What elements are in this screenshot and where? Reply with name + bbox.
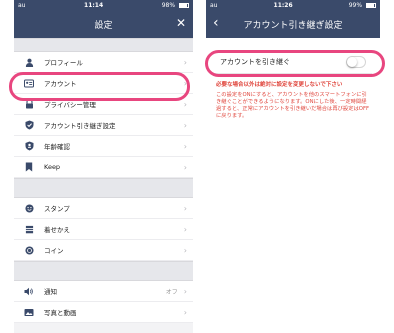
warning-text: 必要な場合以外は絶対に設定を変更しないで下さい (216, 82, 343, 88)
notification-status: オフ (165, 288, 178, 296)
settings-item-account-transfer[interactable]: アカウント引き継ぎ設定 › (14, 115, 193, 136)
settings-item-notifications[interactable]: 通知 オフ › (14, 281, 193, 302)
settings-item-label: 着せかえ (44, 226, 70, 234)
chevron-right-icon: › (183, 307, 187, 317)
carrier-label: au (18, 1, 26, 9)
section-separator (14, 261, 193, 281)
settings-item-label: 年齢確認 (44, 143, 70, 151)
status-bar: au 11:14 98% (14, 0, 193, 10)
settings-item-label: コイン (44, 247, 64, 255)
description-text: この設定をONにすると、アカウントを他のスマートフォンに引き継ぐことができるよう… (216, 92, 370, 119)
section-separator (14, 178, 193, 198)
person-icon (24, 57, 34, 67)
chevron-right-icon: › (183, 120, 187, 130)
chevron-right-icon: › (183, 57, 187, 67)
settings-item-label: プロフィール (44, 59, 83, 67)
chevron-right-icon: › (183, 203, 187, 213)
battery-indicator: 99% (349, 2, 376, 9)
chevron-right-icon: › (183, 245, 187, 255)
toggle-highlight-outline (205, 50, 385, 77)
carrier-label: au (210, 1, 218, 9)
back-icon[interactable]: ‹ (213, 16, 219, 30)
battery-percent: 99% (348, 1, 363, 9)
id-badge-icon (24, 141, 34, 151)
settings-screen: au 11:14 98% 設定 ✕ プロフィール › アカウント › プライバシ… (14, 0, 193, 333)
status-bar: au 11:26 99% (206, 0, 380, 10)
page-title: アカウント引き継ぎ設定 (243, 20, 343, 31)
settings-group-general: 通知 オフ › 写真と動画 › (14, 281, 193, 323)
battery-icon (366, 2, 376, 8)
photo-icon (24, 307, 34, 317)
status-time: 11:26 (273, 1, 293, 9)
settings-item-coins[interactable]: コイン › (14, 240, 193, 261)
close-icon[interactable]: ✕ (176, 17, 186, 29)
settings-item-stickers[interactable]: スタンプ › (14, 198, 193, 219)
settings-item-label: アカウント引き継ぎ設定 (44, 122, 116, 130)
settings-item-themes[interactable]: 着せかえ › (14, 219, 193, 240)
keep-icon (24, 162, 34, 172)
account-highlight-outline (9, 72, 190, 101)
speaker-icon (24, 286, 34, 296)
settings-item-keep[interactable]: Keep › (14, 157, 193, 178)
chevron-right-icon: › (183, 141, 187, 151)
battery-indicator: 98% (162, 2, 189, 9)
battery-percent: 98% (161, 1, 176, 9)
chevron-right-icon: › (183, 224, 187, 234)
settings-item-age-verification[interactable]: 年齢確認 › (14, 136, 193, 157)
chevron-right-icon: › (183, 162, 187, 172)
coin-icon (24, 245, 34, 255)
shield-check-icon (24, 120, 34, 130)
chevron-right-icon: › (183, 286, 187, 296)
settings-item-label: 写真と動画 (44, 309, 77, 317)
settings-group-account: プロフィール › アカウント › プライバシー管理 › アカウント引き継ぎ設定 … (14, 52, 193, 178)
chevron-right-icon: › (183, 99, 187, 109)
settings-item-label: 通知 (44, 288, 57, 296)
settings-group-shop: スタンプ › 着せかえ › コイン › (14, 198, 193, 261)
smile-icon (24, 203, 34, 213)
settings-item-photos-videos[interactable]: 写真と動画 › (14, 302, 193, 323)
settings-item-profile[interactable]: プロフィール › (14, 52, 193, 73)
nav-bar: ‹ アカウント引き継ぎ設定 (206, 10, 380, 38)
status-time: 11:14 (84, 1, 104, 9)
section-separator (14, 38, 193, 52)
nav-bar: 設定 ✕ (14, 10, 193, 38)
settings-item-label: Keep (44, 163, 61, 171)
battery-icon (179, 2, 189, 8)
settings-item-label: スタンプ (44, 205, 70, 213)
screenshot-canvas: au 11:14 98% 設定 ✕ プロフィール › アカウント › プライバシ… (0, 0, 394, 333)
page-title: 設定 (94, 20, 113, 31)
brush-icon (24, 224, 34, 234)
